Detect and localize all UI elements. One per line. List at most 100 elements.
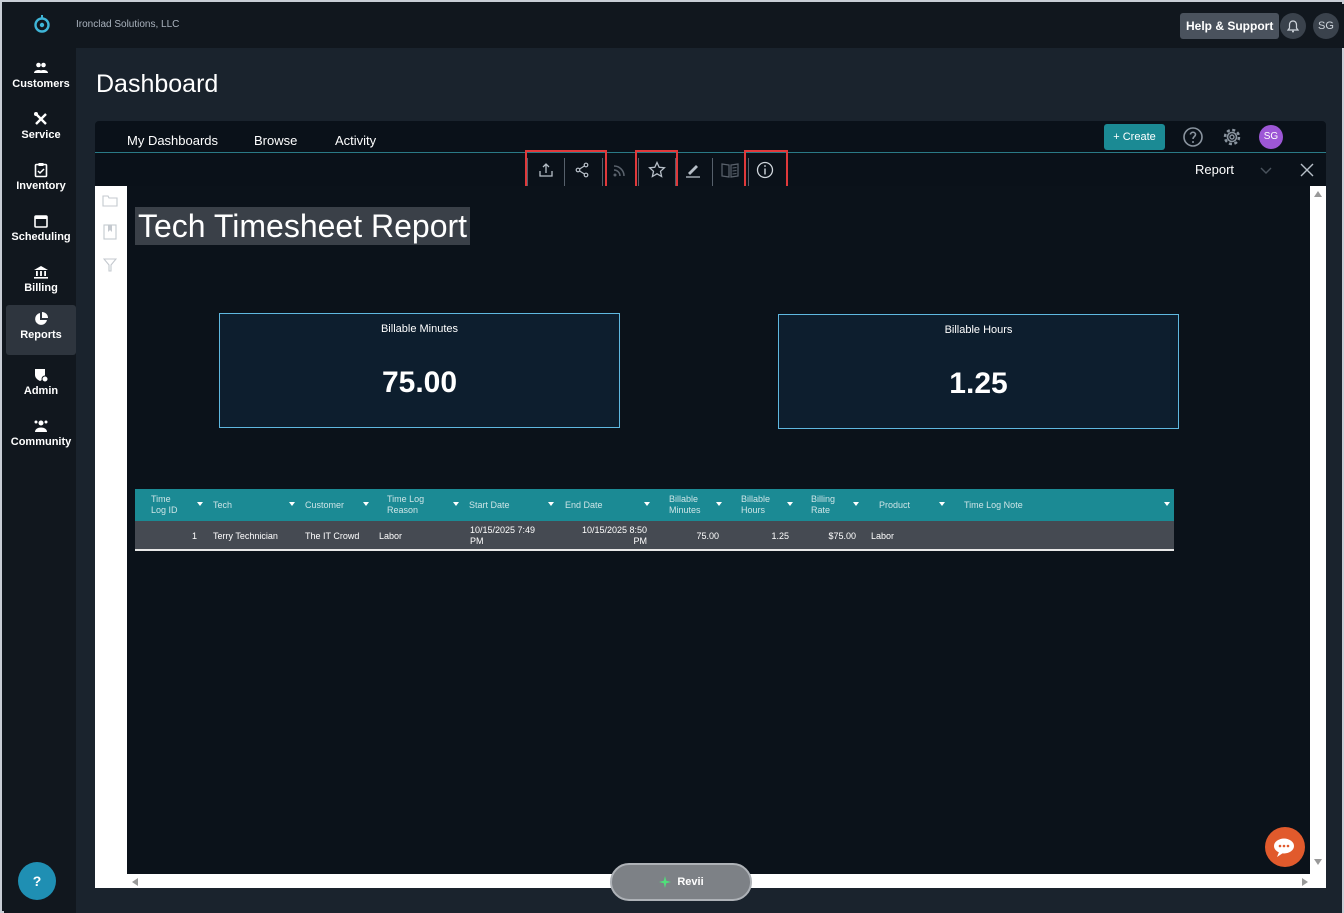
notifications-button[interactable] bbox=[1280, 13, 1306, 39]
sidebar-item-label: Customers bbox=[12, 78, 70, 90]
top-bar: Ironclad Solutions, LLC Help & Support S… bbox=[4, 4, 1344, 48]
column-header-time-log-note[interactable]: Time Log Note bbox=[964, 489, 1170, 521]
sidebar-item-service[interactable]: Service bbox=[6, 105, 76, 153]
help-circle-icon[interactable] bbox=[1182, 126, 1204, 148]
kpi-billable-minutes: Billable Minutes 75.00 bbox=[219, 313, 620, 428]
chat-button[interactable] bbox=[1265, 827, 1305, 867]
clipboard-icon bbox=[34, 163, 48, 178]
subscribe-button[interactable] bbox=[602, 154, 638, 186]
sidebar-item-label: Scheduling bbox=[11, 231, 71, 243]
kpi-value: 1.25 bbox=[949, 367, 1008, 400]
kpi-label: Billable Minutes bbox=[380, 323, 459, 335]
table-cell: Labor bbox=[379, 530, 403, 541]
tools-icon bbox=[34, 112, 47, 125]
sidebar-item-admin[interactable]: Admin bbox=[6, 361, 76, 409]
scroll-up-icon[interactable] bbox=[1313, 190, 1323, 198]
table-cell: 1 bbox=[191, 530, 197, 541]
app-logo-icon[interactable] bbox=[32, 14, 52, 34]
column-header-label: End Date bbox=[565, 499, 603, 510]
scroll-left-icon[interactable] bbox=[131, 877, 139, 887]
column-header-customer[interactable]: Customer bbox=[305, 489, 369, 521]
column-header-billable-minutes[interactable]: Billable Minutes bbox=[669, 489, 722, 521]
revii-assistant-button[interactable]: Revii bbox=[610, 863, 752, 901]
edit-button[interactable] bbox=[675, 154, 711, 186]
column-header-billable-hours[interactable]: Billable Hours bbox=[741, 489, 793, 521]
sidebar-item-billing[interactable]: Billing bbox=[6, 258, 76, 306]
sidebar-item-label: Billing bbox=[24, 282, 58, 294]
sort-caret-icon bbox=[289, 502, 295, 506]
column-header-label: Billable Minutes bbox=[669, 494, 701, 515]
table-cell: 75.00 bbox=[696, 530, 719, 541]
column-header-end-date[interactable]: End Date bbox=[565, 489, 650, 521]
column-header-start-date[interactable]: Start Date bbox=[469, 489, 554, 521]
column-header-tech[interactable]: Tech bbox=[213, 489, 295, 521]
report-title: Tech Timesheet Report bbox=[135, 207, 471, 245]
chat-icon bbox=[1274, 838, 1294, 857]
tab-activity[interactable]: Activity bbox=[335, 133, 376, 148]
user-menu-avatar[interactable]: SG bbox=[1313, 13, 1339, 39]
company-name: Ironclad Solutions, LLC bbox=[76, 19, 180, 30]
sidebar-item-community[interactable]: Community bbox=[6, 412, 76, 460]
filter-icon[interactable] bbox=[103, 258, 117, 272]
timesheet-table: Time Log ID Tech Customer Time Log Reaso… bbox=[135, 489, 1174, 551]
tab-my-dashboards[interactable]: My Dashboards bbox=[127, 133, 218, 148]
column-header-time-log-id[interactable]: Time Log ID bbox=[151, 489, 203, 521]
table-cell: 10/15/2025 8:50 PM bbox=[581, 525, 647, 546]
close-icon[interactable] bbox=[1299, 162, 1315, 178]
sidebar-item-label: Admin bbox=[23, 385, 59, 397]
avatar[interactable]: SG bbox=[1259, 125, 1283, 149]
sort-caret-icon bbox=[787, 502, 793, 506]
sort-caret-icon bbox=[197, 502, 203, 506]
report-canvas: Tech Timesheet Report Billable Minutes 7… bbox=[127, 186, 1310, 874]
community-icon bbox=[34, 420, 48, 432]
table-cell: 10/15/2025 7:49 PM bbox=[470, 525, 536, 546]
create-button[interactable]: + Create bbox=[1104, 124, 1165, 150]
table-cell: The IT Crowd bbox=[305, 530, 360, 541]
sort-caret-icon bbox=[644, 502, 650, 506]
sidebar-item-label: Service bbox=[21, 129, 61, 141]
sidebar-item-inventory[interactable]: Inventory bbox=[6, 156, 76, 204]
sort-caret-icon bbox=[716, 502, 722, 506]
app-window: Ironclad Solutions, LLC Help & Support S… bbox=[0, 0, 1344, 913]
scroll-right-icon[interactable] bbox=[1301, 877, 1309, 887]
view-mode-button[interactable] bbox=[712, 154, 748, 186]
column-header-product[interactable]: Product bbox=[879, 489, 945, 521]
page-title: Dashboard bbox=[96, 70, 219, 98]
column-header-label: Billing Rate bbox=[811, 494, 836, 515]
bookmark-icon[interactable] bbox=[103, 224, 117, 240]
sidebar-item-label: Reports bbox=[20, 329, 62, 341]
table-row[interactable]: 1 Terry Technician The IT Crowd Labor 10… bbox=[135, 521, 1174, 551]
left-rail bbox=[95, 186, 127, 888]
shield-gear-icon bbox=[35, 369, 49, 383]
sort-caret-icon bbox=[548, 502, 554, 506]
sidebar-item-reports[interactable]: Reports bbox=[6, 305, 76, 355]
edit-icon bbox=[686, 165, 700, 178]
column-header-label: Billable Hours bbox=[741, 494, 771, 515]
folder-icon[interactable] bbox=[102, 194, 118, 207]
column-header-label: Product bbox=[879, 499, 911, 510]
vertical-scrollbar[interactable] bbox=[1310, 186, 1326, 888]
tab-browse[interactable]: Browse bbox=[254, 133, 297, 148]
help-button[interactable]: ? bbox=[18, 862, 56, 900]
kpi-value: 75.00 bbox=[381, 366, 458, 399]
bank-icon bbox=[34, 266, 48, 279]
sidebar-item-scheduling[interactable]: Scheduling bbox=[6, 207, 76, 255]
column-header-time-log-reason[interactable]: Time Log Reason bbox=[387, 489, 459, 521]
table-cell: Terry Technician bbox=[213, 530, 278, 541]
column-header-billing-rate[interactable]: Billing Rate bbox=[811, 489, 859, 521]
pie-chart-icon bbox=[35, 312, 48, 325]
scroll-down-icon[interactable] bbox=[1313, 858, 1323, 866]
view-selector[interactable]: Report bbox=[1195, 162, 1234, 177]
sidebar-item-label: Inventory bbox=[16, 180, 66, 192]
sidebar-item-label: Community bbox=[10, 436, 72, 448]
kpi-billable-hours: Billable Hours 1.25 bbox=[778, 314, 1179, 429]
sidebar-item-customers[interactable]: Customers bbox=[6, 54, 76, 102]
sort-caret-icon bbox=[939, 502, 945, 506]
chevron-down-icon[interactable] bbox=[1260, 167, 1272, 175]
sparkle-icon bbox=[659, 876, 672, 889]
help-support-button[interactable]: Help & Support bbox=[1180, 13, 1280, 39]
gear-icon[interactable] bbox=[1221, 126, 1243, 148]
dashboard-panel: My Dashboards Browse Activity + Create S… bbox=[95, 121, 1326, 888]
book-icon bbox=[721, 163, 739, 178]
table-cell: Labor bbox=[871, 530, 895, 541]
